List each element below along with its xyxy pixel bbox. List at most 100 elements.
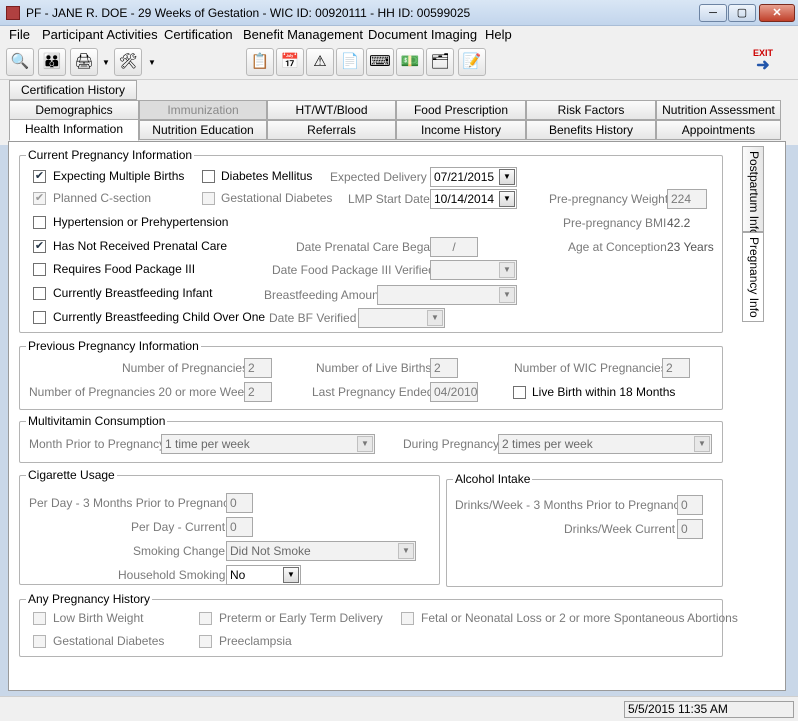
menu-help[interactable]: Help xyxy=(485,27,512,42)
no-prenatal-care-checkbox[interactable]: ✔ xyxy=(33,240,46,253)
lmp-field[interactable]: 10/14/2014 ▼ xyxy=(430,189,517,209)
family-icon[interactable]: 👪 xyxy=(38,48,66,76)
chevron-down-icon[interactable]: ▼ xyxy=(499,191,515,207)
no-prenatal-care-label: Has Not Received Prenatal Care xyxy=(53,239,228,253)
tab-food-prescription[interactable]: Food Prescription xyxy=(396,100,526,120)
tab-risk-factors[interactable]: Risk Factors xyxy=(526,100,656,120)
prenatal-began-label: Date Prenatal Care Began xyxy=(296,240,437,254)
age-label: Age at Conception xyxy=(568,240,667,254)
pre-bmi-value: 42.2 xyxy=(667,216,691,230)
food-package-3-checkbox[interactable] xyxy=(33,263,46,276)
current-pregnancy-group: Current Pregnancy Information ✔ Expectin… xyxy=(19,148,723,333)
tab-appointments[interactable]: Appointments xyxy=(656,120,781,140)
live-birth-18-checkbox[interactable] xyxy=(513,386,526,399)
tools-icon[interactable]: 🛠 xyxy=(114,48,142,76)
food-package-3-label: Requires Food Package III xyxy=(53,262,196,276)
bf-child-checkbox[interactable] xyxy=(33,311,46,324)
fetal-loss-checkbox xyxy=(401,612,414,625)
chevron-down-icon: ▼ xyxy=(499,262,515,278)
alert-icon[interactable]: ⚠ xyxy=(306,48,334,76)
num-pregnancies-label: Number of Pregnancies xyxy=(122,361,249,375)
title-bar: PF - JANE R. DOE - 29 Weeks of Gestation… xyxy=(0,0,798,26)
alcohol-legend: Alcohol Intake xyxy=(453,472,533,486)
num-preg20-label: Number of Pregnancies 20 or more Weeks xyxy=(29,385,257,399)
tab-certification-history[interactable]: Certification History xyxy=(9,80,137,100)
tab-pregnancy-info[interactable]: Pregnancy Info xyxy=(742,232,764,322)
alcohol-group: Alcohol Intake Drinks/Week - 3 Months Pr… xyxy=(446,472,723,587)
exit-button[interactable]: EXIT ➜ xyxy=(748,48,778,78)
mv-during-label: During Pregnancy xyxy=(403,437,500,451)
hypertension-checkbox[interactable] xyxy=(33,216,46,229)
tab-health-information[interactable]: Health Information xyxy=(9,119,139,141)
tab-postpartum-info-label: Postpartum Info xyxy=(747,151,761,236)
tab-referrals[interactable]: Referrals xyxy=(267,120,396,140)
pregnancy-history-group: Any Pregnancy History Low Birth Weight P… xyxy=(19,592,738,657)
tab-ht-wt-blood[interactable]: HT/WT/Blood xyxy=(267,100,396,120)
live-births-field: 2 xyxy=(430,358,458,378)
clipboard-icon[interactable]: 📋 xyxy=(246,48,274,76)
num-preg20-field: 2 xyxy=(244,382,272,402)
diabetes-checkbox[interactable] xyxy=(202,170,215,183)
printer-dropdown-icon[interactable]: ▼ xyxy=(102,58,110,67)
minimize-button[interactable]: ─ xyxy=(699,4,727,22)
menu-document-imaging[interactable]: Document Imaging xyxy=(368,27,477,42)
current-pregnancy-legend: Current Pregnancy Information xyxy=(26,148,195,162)
expected-delivery-field[interactable]: 07/21/2015 ▼ xyxy=(430,167,517,187)
bf-amount-dropdown: ▼ xyxy=(377,285,517,305)
note-icon[interactable]: 📝 xyxy=(458,48,486,76)
history-gestational-diabetes-checkbox xyxy=(33,635,46,648)
calendar-icon[interactable]: 📅 xyxy=(276,48,304,76)
chevron-down-icon: ▼ xyxy=(694,436,710,452)
maximize-button[interactable]: ▢ xyxy=(728,4,756,22)
low-birth-weight-checkbox xyxy=(33,612,46,625)
status-datetime: 5/5/2015 11:35 AM xyxy=(624,701,794,718)
household-smoking-label: Household Smoking xyxy=(118,568,226,582)
status-bar: 5/5/2015 11:35 AM xyxy=(0,696,798,721)
menu-file[interactable]: File xyxy=(9,27,30,42)
close-button[interactable]: ✕ xyxy=(759,4,795,22)
smoking-change-value: Did Not Smoke xyxy=(230,544,311,558)
chevron-down-icon: ▼ xyxy=(499,287,515,303)
health-information-panel: Postpartum Info Pregnancy Info Current P… xyxy=(8,141,786,691)
previous-pregnancy-legend: Previous Pregnancy Information xyxy=(26,339,201,353)
tab-nutrition-assessment[interactable]: Nutrition Assessment xyxy=(656,100,781,120)
menu-bar: File Participant Activities Certificatio… xyxy=(0,26,798,44)
menu-certification[interactable]: Certification xyxy=(164,27,233,42)
tab-nutrition-education[interactable]: Nutrition Education xyxy=(139,120,267,140)
alc-prior-label: Drinks/Week - 3 Months Prior to Pregnanc… xyxy=(455,498,686,512)
chevron-down-icon[interactable]: ▼ xyxy=(283,567,299,583)
menu-participant-activities[interactable]: Participant Activities xyxy=(42,27,158,42)
household-smoking-dropdown[interactable]: No ▼ xyxy=(226,565,301,585)
preterm-checkbox xyxy=(199,612,212,625)
pregnancy-history-legend: Any Pregnancy History xyxy=(26,592,153,606)
preeclampsia-checkbox xyxy=(199,635,212,648)
menu-benefit-management[interactable]: Benefit Management xyxy=(243,27,363,42)
preterm-label: Preterm or Early Term Delivery xyxy=(219,611,383,625)
document-alert-icon[interactable]: 📄 xyxy=(336,48,364,76)
multivitamin-group: Multivitamin Consumption Month Prior to … xyxy=(19,414,723,463)
keyboard-icon[interactable]: ⌨ xyxy=(366,48,394,76)
wic-pregnancies-field: 2 xyxy=(662,358,690,378)
tab-demographics[interactable]: Demographics xyxy=(9,100,139,120)
tab-benefits-history[interactable]: Benefits History xyxy=(526,120,656,140)
prenatal-began-field[interactable]: / xyxy=(430,237,478,257)
history-gestational-diabetes-label: Gestational Diabetes xyxy=(53,634,165,648)
tab-immunization: Immunization xyxy=(139,100,267,120)
last-ended-label: Last Pregnancy Ended xyxy=(312,385,434,399)
wic-pregnancies-label: Number of WIC Pregnancies xyxy=(514,361,667,375)
chevron-down-icon[interactable]: ▼ xyxy=(499,169,515,185)
gestational-diabetes-label: Gestational Diabetes xyxy=(221,191,333,205)
fp3-verified-field: ▼ xyxy=(430,260,517,280)
bf-infant-checkbox[interactable] xyxy=(33,287,46,300)
tab-postpartum-info[interactable]: Postpartum Info xyxy=(742,146,764,236)
tab-income-history[interactable]: Income History xyxy=(396,120,526,140)
tools-dropdown-icon[interactable]: ▼ xyxy=(148,58,156,67)
search-icon[interactable]: 🔍 xyxy=(6,48,34,76)
expected-delivery-value: 07/21/2015 xyxy=(434,170,495,184)
money-icon[interactable]: 💵 xyxy=(396,48,424,76)
expecting-multiple-checkbox[interactable]: ✔ xyxy=(33,170,46,183)
files-icon[interactable]: 🗂 xyxy=(426,48,454,76)
mv-during-dropdown: 2 times per week ▼ xyxy=(498,434,712,454)
printer-icon[interactable]: 🖨 xyxy=(70,48,98,76)
app-icon xyxy=(6,6,20,20)
